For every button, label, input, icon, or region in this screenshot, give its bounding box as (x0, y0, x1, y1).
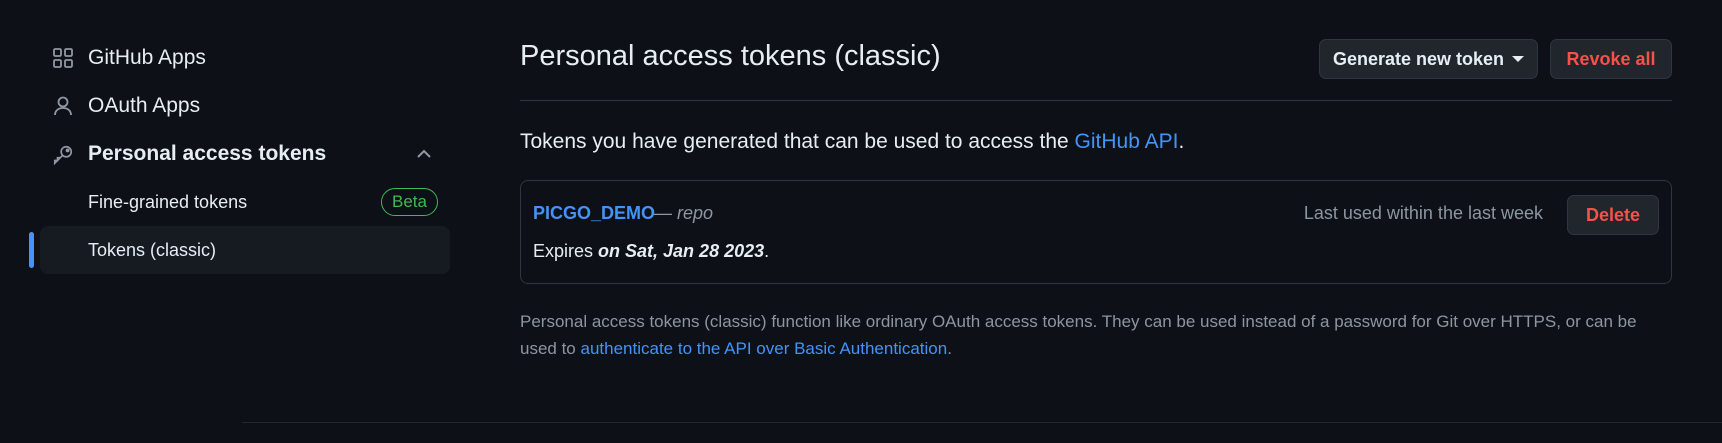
delete-token-button[interactable]: Delete (1567, 195, 1659, 235)
expires-suffix: . (764, 241, 770, 261)
expires-prefix: Expires (533, 241, 599, 261)
generate-new-token-button[interactable]: Generate new token (1319, 39, 1538, 79)
active-indicator (29, 232, 34, 268)
token-expiration: Expires on Sat, Jan 28 2023. (533, 241, 769, 262)
token-card: PICGO_DEMO — repo Expires on Sat, Jan 28… (520, 180, 1672, 284)
sidebar-item-label: Fine-grained tokens (88, 191, 248, 212)
settings-sidebar: GitHub Apps OAuth Apps Personal access t… (29, 34, 450, 274)
divider (242, 422, 1722, 423)
last-used-text: Last used within the last week (1303, 203, 1543, 223)
intro-text: Tokens you have generated that can be us… (520, 130, 1184, 154)
caret-down-icon (1512, 56, 1525, 62)
main-content: Personal access tokens (classic) Generat… (520, 30, 1672, 358)
expires-date: on Sat, Jan 28 2023 (598, 241, 765, 261)
intro-suffix: . (1178, 130, 1185, 153)
sidebar-item-personal-access-tokens[interactable]: Personal access tokens (40, 130, 450, 178)
chevron-up-icon[interactable] (414, 144, 434, 164)
github-api-link[interactable]: GitHub API (1075, 130, 1179, 153)
generate-new-token-label: Generate new token (1332, 48, 1505, 69)
intro-body: Tokens you have generated that can be us… (520, 130, 1075, 153)
sidebar-item-fine-grained-tokens[interactable]: Fine-grained tokens Beta (40, 178, 450, 226)
page: GitHub Apps OAuth Apps Personal access t… (0, 0, 1722, 443)
token-name-link[interactable]: PICGO_DEMO (533, 203, 655, 224)
beta-badge: Beta (381, 188, 438, 216)
basic-auth-link[interactable]: authenticate to the API over Basic Authe… (581, 339, 948, 358)
sidebar-item-label: GitHub Apps (88, 46, 206, 69)
sidebar-item-tokens-classic[interactable]: Tokens (classic) (29, 226, 450, 274)
key-icon (52, 143, 74, 166)
page-title: Personal access tokens (classic) (520, 40, 941, 72)
sidebar-item-oauth-apps[interactable]: OAuth Apps (40, 82, 450, 130)
token-scope: — repo (654, 203, 714, 223)
description-suffix: . (947, 339, 952, 358)
apps-grid-icon (52, 47, 74, 69)
page-header: Personal access tokens (classic) Generat… (520, 30, 1672, 101)
revoke-all-button[interactable]: Revoke all (1550, 39, 1672, 79)
sidebar-item-label: Tokens (classic) (88, 239, 217, 260)
sidebar-item-label: OAuth Apps (88, 94, 201, 117)
sidebar-item-github-apps[interactable]: GitHub Apps (40, 34, 450, 82)
sidebar-item-label: Personal access tokens (88, 142, 327, 165)
tokens-description: Personal access tokens (classic) functio… (520, 308, 1672, 362)
person-icon (52, 95, 74, 117)
